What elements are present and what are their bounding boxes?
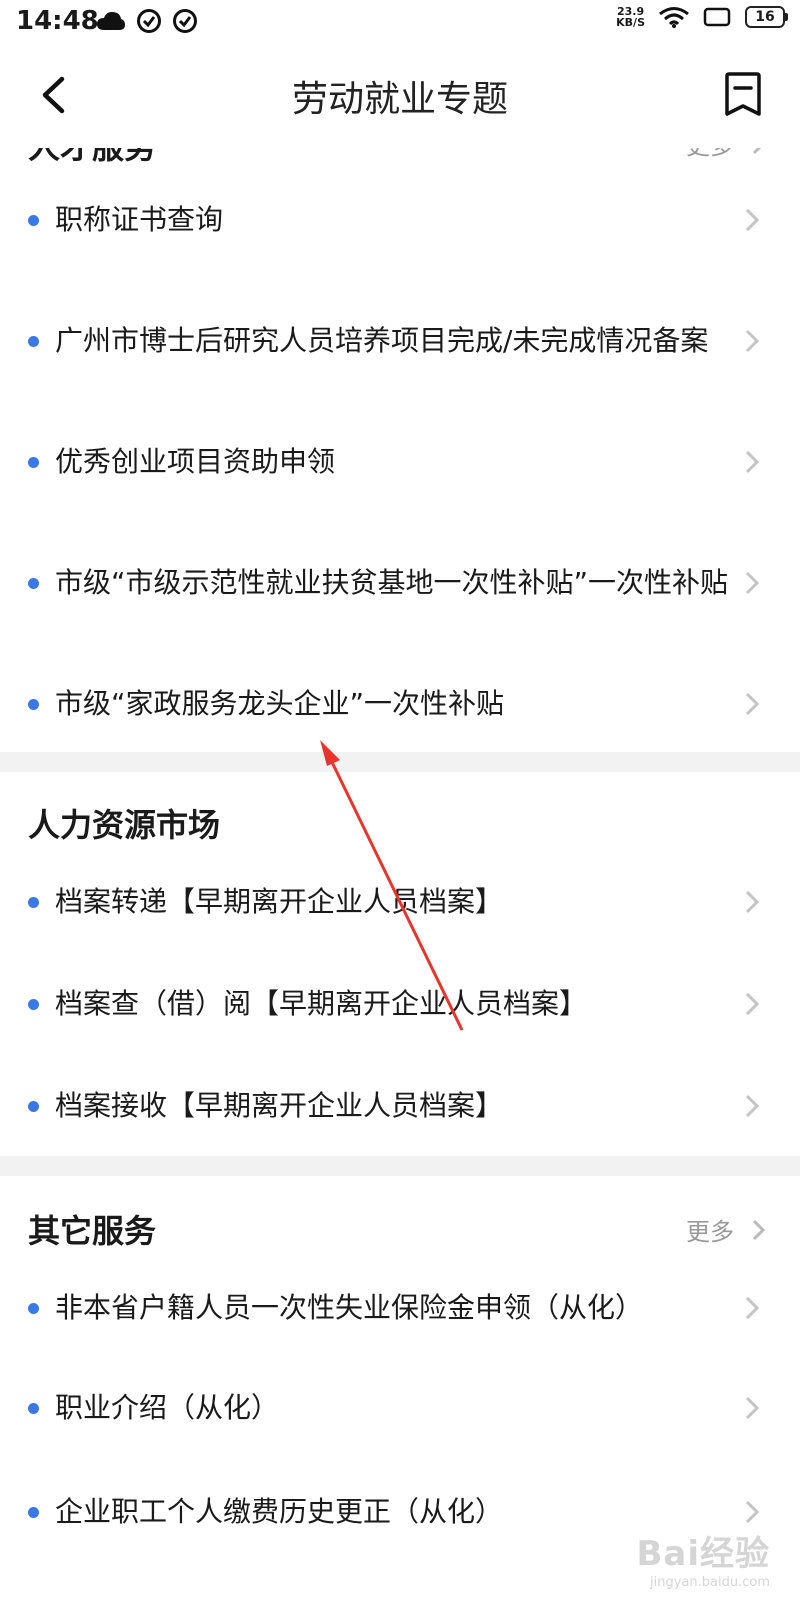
item-label: 企业职工个人缴费历史更正（从化） [55, 1495, 504, 1528]
section-title: 人力资源市场 [28, 806, 221, 844]
watermark-logo: Bai经验 [636, 1534, 770, 1574]
bullet-dot [28, 1402, 39, 1414]
screen-rotation-icon [703, 7, 731, 27]
bullet-dot [28, 1302, 39, 1314]
status-bar: 14:48 23.9 KB/S 16 [0, 0, 800, 44]
list-item[interactable]: 档案查（借）阅【早期离开企业人员档案】 [0, 952, 800, 1056]
chevron-right-icon [745, 208, 760, 232]
item-label: 档案接收【早期离开企业人员档案】 [55, 1089, 504, 1122]
section-hr-market: 人力资源市场 档案转递【早期离开企业人员档案】 档案查（借）阅【早期离开企业人员… [0, 772, 800, 1156]
chevron-right-icon [745, 1094, 760, 1118]
more-link[interactable]: 更多 [686, 1212, 766, 1247]
item-label: 职称证书查询 [55, 203, 224, 236]
section-divider [0, 752, 800, 772]
bookmark-icon [725, 72, 761, 116]
weather-cloud-icon [97, 12, 125, 30]
bullet-dot [28, 335, 39, 347]
check-circle-icon [137, 9, 161, 33]
section-talent-services: 人才服务 更多 职称证书查询 广州市博士后研究人员培养项目完成/未完成情况备案 … [0, 120, 800, 752]
list-item[interactable]: 优秀创业项目资助申领 [0, 414, 800, 510]
item-label: 非本省户籍人员一次性失业保险金申领（从化） [55, 1291, 644, 1324]
chevron-right-icon [752, 1219, 766, 1240]
chevron-right-icon [745, 1296, 760, 1320]
network-speed-unit: KB/S [616, 16, 645, 29]
chevron-right-icon [745, 992, 760, 1016]
bookmark-button[interactable] [720, 70, 766, 120]
network-speed: 23.9 KB/S [616, 6, 645, 28]
list-item[interactable]: 档案接收【早期离开企业人员档案】 [0, 1056, 800, 1156]
battery-level: 16 [745, 6, 785, 28]
item-label: 市级“家政服务龙头企业”一次性补贴 [55, 687, 505, 720]
list-item[interactable]: 职业介绍（从化） [0, 1356, 800, 1460]
item-label: 市级“市级示范性就业扶贫基地一次性补贴”一次性补贴 [55, 566, 729, 599]
list-item[interactable]: 广州市博士后研究人员培养项目完成/未完成情况备案 [0, 268, 800, 414]
list-item[interactable]: 职称证书查询 [0, 172, 800, 268]
section-title: 其它服务 [28, 1212, 157, 1250]
status-right-group: 23.9 KB/S 16 [616, 6, 788, 28]
chevron-right-icon [745, 450, 760, 474]
status-time: 14:48 [16, 6, 99, 36]
bullet-dot [28, 998, 39, 1010]
bullet-dot [28, 1506, 39, 1518]
battery-icon: 16 [745, 6, 788, 28]
list-item[interactable]: 市级“市级示范性就业扶贫基地一次性补贴”一次性补贴 [0, 510, 800, 656]
bullet-dot [28, 896, 39, 908]
check-circle-icon [173, 9, 197, 33]
item-label: 广州市博士后研究人员培养项目完成/未完成情况备案 [55, 324, 709, 357]
more-label: 更多 [686, 1218, 734, 1246]
chevron-right-icon [745, 571, 760, 595]
chevron-right-icon [745, 692, 760, 716]
chevron-right-icon [745, 1500, 760, 1524]
section-divider [0, 1156, 800, 1176]
item-label: 档案查（借）阅【早期离开企业人员档案】 [55, 987, 588, 1020]
bullet-dot [28, 577, 39, 589]
chevron-right-icon [745, 890, 760, 914]
section-header: 其它服务 更多 [0, 1176, 800, 1260]
nav-bar: 劳动就业专题 [0, 44, 800, 148]
content-scroll[interactable]: 人才服务 更多 职称证书查询 广州市博士后研究人员培养项目完成/未完成情况备案 … [0, 120, 800, 1564]
item-label: 档案转递【早期离开企业人员档案】 [55, 885, 504, 918]
watermark: Bai经验 jingyan.baidu.com [636, 1526, 770, 1590]
bullet-dot [28, 1100, 39, 1112]
list-item[interactable]: 档案转递【早期离开企业人员档案】 [0, 852, 800, 952]
bullet-dot [28, 698, 39, 710]
chevron-right-icon [745, 329, 760, 353]
item-label: 优秀创业项目资助申领 [55, 445, 336, 478]
watermark-url: jingyan.baidu.com [650, 1575, 770, 1590]
section-other-services: 其它服务 更多 非本省户籍人员一次性失业保险金申领（从化） 职业介绍（从化） 企… [0, 1176, 800, 1564]
bullet-dot [28, 214, 39, 226]
item-label: 职业介绍（从化） [55, 1391, 280, 1424]
page-title: 劳动就业专题 [291, 79, 508, 120]
section-header: 人力资源市场 [0, 772, 800, 852]
list-item[interactable]: 非本省户籍人员一次性失业保险金申领（从化） [0, 1260, 800, 1356]
status-notification-icons [96, 8, 198, 34]
chevron-right-icon [745, 1396, 760, 1420]
wifi-icon [659, 7, 689, 28]
list-item[interactable]: 市级“家政服务龙头企业”一次性补贴 [0, 656, 800, 752]
bullet-dot [28, 456, 39, 468]
